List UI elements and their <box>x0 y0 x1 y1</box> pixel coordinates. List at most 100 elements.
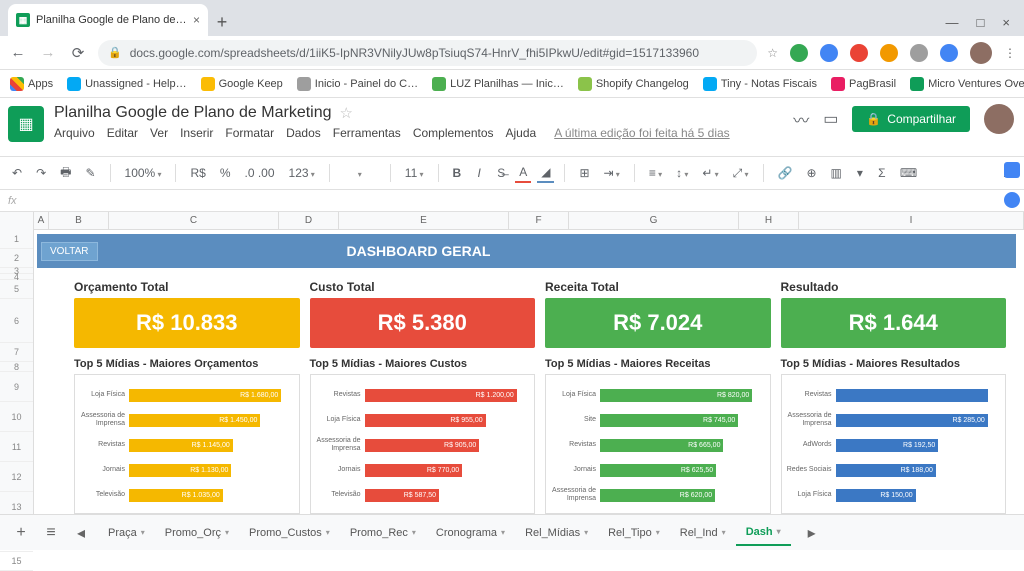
col-header[interactable]: A <box>34 212 49 229</box>
font-size-select[interactable]: 11 <box>401 164 428 182</box>
row-header[interactable]: 12 <box>0 462 33 492</box>
comment-icon[interactable]: ▭ <box>823 109 838 129</box>
sheet-tab[interactable]: Rel_Ind▾ <box>670 520 736 546</box>
col-header[interactable]: B <box>49 212 109 229</box>
add-sheet-button[interactable]: + <box>8 524 34 542</box>
row-header[interactable]: 10 <box>0 402 33 432</box>
menu-editar[interactable]: Editar <box>107 126 138 140</box>
bookmark-item[interactable]: Unassigned - Help… <box>67 77 187 91</box>
extension-icon[interactable] <box>880 44 898 62</box>
row-header[interactable]: 15 <box>0 552 33 571</box>
sheet-tab[interactable]: Promo_Orç▾ <box>155 520 239 546</box>
activity-icon[interactable]: 〰 <box>793 107 809 131</box>
bookmark-item[interactable]: LUZ Planilhas — Inic… <box>432 77 564 91</box>
scroll-left-icon[interactable]: ◂ <box>68 523 94 543</box>
rotate-icon[interactable]: ⤢ <box>729 164 753 183</box>
extension-icon[interactable] <box>940 44 958 62</box>
col-header[interactable]: I <box>799 212 1024 229</box>
col-header[interactable]: F <box>509 212 569 229</box>
chart-icon[interactable]: ▥ <box>827 164 846 182</box>
more-formats-btn[interactable]: 123 <box>285 164 319 182</box>
menu-inserir[interactable]: Inserir <box>180 126 213 140</box>
last-edit-text[interactable]: A última edição foi feita há 5 dias <box>554 126 729 140</box>
chevron-down-icon[interactable]: ▾ <box>225 528 229 537</box>
print-icon[interactable]: 🖶 <box>56 161 75 186</box>
sheet-tab[interactable]: Dash▾ <box>736 520 791 546</box>
paint-format-icon[interactable]: ✎ <box>81 164 99 182</box>
menu-arquivo[interactable]: Arquivo <box>54 126 95 140</box>
extension-icon[interactable] <box>820 44 838 62</box>
new-tab-button[interactable]: + <box>208 8 236 36</box>
text-color-icon[interactable]: A <box>515 163 531 183</box>
sheet-tab[interactable]: Promo_Rec▾ <box>340 520 426 546</box>
bookmark-item[interactable]: Tiny - Notas Fiscais <box>703 77 817 91</box>
row-header[interactable]: 9 <box>0 372 33 402</box>
minimize-icon[interactable]: — <box>946 15 959 30</box>
row-header[interactable]: 5 <box>0 280 33 299</box>
maximize-icon[interactable]: □ <box>977 15 985 30</box>
formula-bar[interactable]: fx <box>0 190 1024 212</box>
bookmark-item[interactable]: PagBrasil <box>831 77 896 91</box>
menu-complementos[interactable]: Complementos <box>413 126 494 140</box>
italic-icon[interactable]: I <box>471 164 487 182</box>
filter-icon[interactable]: ▾ <box>852 164 868 182</box>
extension-icon[interactable] <box>790 44 808 62</box>
percent-btn[interactable]: % <box>216 164 235 182</box>
row-header[interactable]: 6 <box>0 299 33 343</box>
link-icon[interactable]: 🔗 <box>774 164 797 182</box>
halign-icon[interactable]: ≡ <box>645 164 666 182</box>
extension-icon[interactable] <box>850 44 868 62</box>
share-button[interactable]: 🔒Compartilhar <box>852 106 970 132</box>
merge-icon[interactable]: ⇥ <box>600 164 624 182</box>
chevron-down-icon[interactable]: ▾ <box>584 528 588 537</box>
doc-title[interactable]: Planilha Google de Plano de Marketing <box>54 104 332 122</box>
redo-icon[interactable]: ↷ <box>32 164 50 182</box>
strike-icon[interactable]: S̶ <box>493 164 509 182</box>
sheet-tab[interactable]: Rel_Mídias▾ <box>515 520 598 546</box>
chevron-down-icon[interactable]: ▾ <box>412 528 416 537</box>
bookmark-item[interactable]: Shopify Changelog <box>578 77 689 91</box>
col-header[interactable]: G <box>569 212 739 229</box>
star-icon[interactable]: ☆ <box>340 104 353 122</box>
bookmark-item[interactable]: Inicio - Painel do C… <box>297 77 418 91</box>
chrome-menu-icon[interactable]: ⋮ <box>1004 46 1016 60</box>
reload-icon[interactable]: ⟳ <box>68 44 88 62</box>
close-tab-icon[interactable]: × <box>193 13 200 27</box>
chevron-down-icon[interactable]: ▾ <box>326 528 330 537</box>
wrap-icon[interactable]: ↵ <box>698 164 722 182</box>
account-avatar[interactable] <box>984 104 1014 134</box>
menu-ferramentas[interactable]: Ferramentas <box>333 126 401 140</box>
star-icon[interactable]: ☆ <box>767 46 778 60</box>
chevron-down-icon[interactable]: ▾ <box>501 528 505 537</box>
sheet-tab[interactable]: Cronograma▾ <box>426 520 515 546</box>
extension-icon[interactable] <box>910 44 928 62</box>
keyboard-icon[interactable]: ⌨ <box>896 164 921 182</box>
chevron-down-icon[interactable]: ▾ <box>656 528 660 537</box>
keep-icon[interactable] <box>1004 192 1020 208</box>
row-header[interactable]: 1 <box>0 230 33 249</box>
col-header[interactable]: D <box>279 212 339 229</box>
bold-icon[interactable]: B <box>449 164 466 182</box>
sheet-content[interactable]: VOLTAR DASHBOARD GERAL Orçamento TotalR$… <box>34 212 1024 522</box>
scroll-right-icon[interactable]: ▸ <box>799 523 825 543</box>
apps-bookmark[interactable]: Apps <box>10 77 53 91</box>
browser-tab[interactable]: ▦ Planilha Google de Plano de M… × <box>8 4 208 36</box>
row-header[interactable]: 7 <box>0 343 33 362</box>
decimals-btn[interactable]: .0 .00 <box>240 164 278 182</box>
chevron-down-icon[interactable]: ▾ <box>141 528 145 537</box>
menu-formatar[interactable]: Formatar <box>225 126 274 140</box>
close-window-icon[interactable]: × <box>1002 15 1010 30</box>
col-header[interactable]: C <box>109 212 279 229</box>
valign-icon[interactable]: ↕ <box>672 164 692 182</box>
bookmark-item[interactable]: Micro Ventures Over… <box>910 77 1024 91</box>
col-header[interactable]: E <box>339 212 509 229</box>
comment-icon[interactable]: ⊕ <box>802 164 820 182</box>
functions-icon[interactable]: Σ <box>874 164 890 182</box>
borders-icon[interactable]: ⊞ <box>575 164 593 182</box>
menu-ajuda[interactable]: Ajuda <box>506 126 537 140</box>
currency-btn[interactable]: R$ <box>186 164 209 182</box>
menu-dados[interactable]: Dados <box>286 126 321 140</box>
row-header[interactable]: 8 <box>0 362 33 372</box>
undo-icon[interactable]: ↶ <box>8 164 26 182</box>
profile-avatar[interactable] <box>970 42 992 64</box>
